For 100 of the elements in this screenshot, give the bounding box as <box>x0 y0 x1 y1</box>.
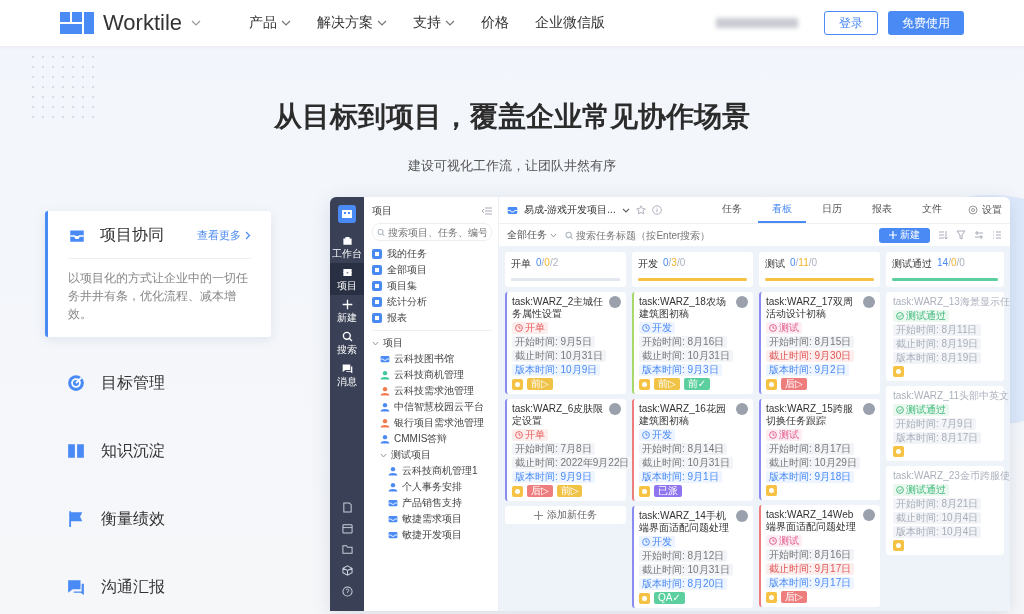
sidebar-item[interactable]: 统计分析 <box>372 294 492 310</box>
settings-icon <box>968 205 978 215</box>
tile-icon <box>372 297 382 307</box>
view-tab[interactable]: 文件 <box>907 197 956 223</box>
chevron-down-icon[interactable] <box>377 20 388 26</box>
avatar <box>863 296 875 308</box>
view-tab[interactable]: 报表 <box>857 197 906 223</box>
status-tag: 开发 <box>639 322 675 334</box>
date-tag: 开始时间: 9月5日 <box>512 336 595 348</box>
date-tag: 版本时间: 10月9日 <box>512 364 601 376</box>
view-tab[interactable]: 看板 <box>757 197 806 223</box>
document-icon[interactable] <box>341 502 353 513</box>
avatar <box>736 510 748 522</box>
project-item[interactable]: 云科技图书馆 <box>380 351 492 367</box>
task-card[interactable]: task:WARZ_2主城任务属性设置 开单 开始时间: 9月5日 截止时间: 10月31日 版本时间: 10月9日 前▷ <box>505 292 626 394</box>
project-item[interactable]: 敏捷开发项目 <box>388 527 492 543</box>
label-tag: 后▷ <box>781 378 807 390</box>
date-tag: 开始时间: 8月21日 <box>893 498 982 510</box>
add-task-button[interactable]: 添加新任务 <box>505 506 626 524</box>
rail-item[interactable]: 新建 <box>330 295 364 327</box>
cube-icon[interactable] <box>341 565 353 576</box>
folder-icon[interactable] <box>341 544 353 555</box>
logo-text[interactable]: Worktile <box>103 10 183 36</box>
feature-card[interactable]: 项目协同 查看更多 以项目化的方式让企业中的一切任务井井有条，优化流程、减本增效。 <box>45 211 271 337</box>
date-tag: 开始时间: 8月11日 <box>893 324 981 336</box>
sidebar-item[interactable]: 报表 <box>372 310 492 326</box>
view-tab[interactable]: 日历 <box>807 197 856 223</box>
rail-item[interactable]: 项目 <box>330 263 364 295</box>
task-search-field[interactable]: 搜索任务标题（按Enter搜索） <box>565 229 755 241</box>
chevron-down-icon[interactable] <box>191 20 202 26</box>
chevron-down-icon[interactable] <box>281 20 292 26</box>
date-tag: 截止时间: 10月29日 <box>766 457 860 469</box>
label-tag: 前▷ <box>527 378 553 390</box>
feature-item[interactable]: 衡量绩效 <box>45 485 271 553</box>
clock-icon <box>515 431 523 439</box>
task-card[interactable]: task:WARZ_16花园建筑图初稿 开发 开始时间: 8月14日 截止时间: 10月31日 版本时间: 9月1日 已派 <box>632 399 753 501</box>
check-circle-icon <box>896 312 904 320</box>
date-tag: 开始时间: 7月9日 <box>893 418 976 430</box>
nav-link[interactable]: 价格 <box>481 14 510 32</box>
project-item[interactable]: 云科技需求池管理 <box>380 383 492 399</box>
rail-item[interactable]: 搜索 <box>330 327 364 359</box>
task-card[interactable]: task:WARZ_14Web端界面适配问题处理 测试 开始时间: 8月16日 截止时间: 9月17日 版本时间: 9月17日 后▷ <box>759 505 880 607</box>
project-item[interactable]: 云科技商机管理1 <box>388 463 492 479</box>
project-item[interactable]: CMMIS答辩 <box>380 431 492 447</box>
nav-link[interactable]: 企业微信版 <box>535 14 606 32</box>
chevron-down-icon[interactable] <box>445 20 456 26</box>
calendar-icon[interactable] <box>341 523 353 534</box>
sidebar-item[interactable]: 我的任务 <box>372 246 492 262</box>
settings-button[interactable]: 设置 <box>968 203 1002 217</box>
check-circle-icon <box>896 486 904 494</box>
feature-item[interactable]: 知识沉淀 <box>45 417 271 485</box>
chat-icon <box>341 363 353 374</box>
clock-icon <box>769 431 777 439</box>
project-item[interactable]: 产品销售支持 <box>388 495 492 511</box>
sidebar-item[interactable]: 项目集 <box>372 278 492 294</box>
task-title: task:WARZ_17双周活动设计初稿 <box>766 296 854 320</box>
task-filter-dropdown[interactable]: 全部任务 <box>507 228 557 242</box>
sidebar-title: 项目 <box>372 204 392 218</box>
task-card[interactable]: task:WARZ_17双周活动设计初稿 测试 开始时间: 8月15日 截止时间: 9月30日 版本时间: 9月2日 后▷ <box>759 292 880 394</box>
tree-group-item[interactable]: 测试项目 <box>380 447 492 463</box>
task-card[interactable]: task:WARZ_15跨服切换任务跟踪 测试 开始时间: 8月17日 截止时间: 10月29日 版本时间: 9月18日 <box>759 399 880 500</box>
view-tab[interactable]: 任务 <box>707 197 756 223</box>
project-item[interactable]: 个人事务安排 <box>388 479 492 495</box>
sidebar-search-field[interactable]: 搜索项目、任务、编号 <box>372 223 492 241</box>
plus-icon <box>341 299 353 310</box>
clock-icon <box>642 538 650 546</box>
sidebar-item[interactable]: 全部项目 <box>372 262 492 278</box>
date-tag: 开始时间: 8月17日 <box>766 443 855 455</box>
avatar <box>736 296 748 308</box>
person-icon <box>388 466 398 476</box>
task-title: task:WARZ_16花园建筑图初稿 <box>639 403 727 427</box>
task-count: 0/11/0 <box>790 257 818 270</box>
project-name[interactable]: 易成-游戏开发项目... <box>524 203 616 217</box>
project-item[interactable]: 中信智慧校园云平台 <box>380 399 492 415</box>
project-item[interactable]: 银行项目需求池管理 <box>380 415 492 431</box>
feature-item[interactable]: 目标管理 <box>45 349 271 417</box>
status-tag: 开发 <box>639 536 675 548</box>
project-item[interactable]: 云科技商机管理 <box>380 367 492 383</box>
task-card[interactable]: task:WARZ_18农场建筑图初稿 开发 开始时间: 8月16日 截止时间: 10月31日 版本时间: 9月3日 前▷ 前✓ <box>632 292 753 394</box>
rail-item[interactable]: 消息 <box>330 359 364 391</box>
date-tag: 版本时间: 8月17日 <box>893 432 982 444</box>
chevron-down-icon[interactable] <box>621 207 630 213</box>
status-tag: 测试通过 <box>893 404 949 416</box>
logo-icon[interactable] <box>338 205 356 223</box>
tree-group-item[interactable]: 项目 <box>372 335 492 351</box>
nav-link[interactable]: 产品 <box>249 14 278 32</box>
login-button[interactable]: 登录 <box>824 11 878 35</box>
nav-link[interactable]: 解决方案 <box>317 14 374 32</box>
collapse-icon[interactable] <box>482 207 492 215</box>
rail-item[interactable]: 工作台 <box>330 231 364 263</box>
project-item[interactable]: 敏捷需求项目 <box>388 511 492 527</box>
task-card[interactable]: task:WARZ_14手机端界面适配问题处理 开发 开始时间: 8月12日 截止时间: 10月31日 版本时间: 8月20日 QA✓ <box>632 506 753 608</box>
feature-item[interactable]: 沟通汇报 <box>45 553 271 614</box>
view-more-link[interactable]: 查看更多 <box>197 228 241 243</box>
chevron-right-icon[interactable] <box>245 231 251 240</box>
star-icon[interactable] <box>635 205 646 215</box>
nav-link[interactable]: 支持 <box>413 14 442 32</box>
date-tag: 版本时间: 9月2日 <box>766 364 849 376</box>
avatar <box>863 509 875 521</box>
help-icon[interactable] <box>341 586 353 597</box>
